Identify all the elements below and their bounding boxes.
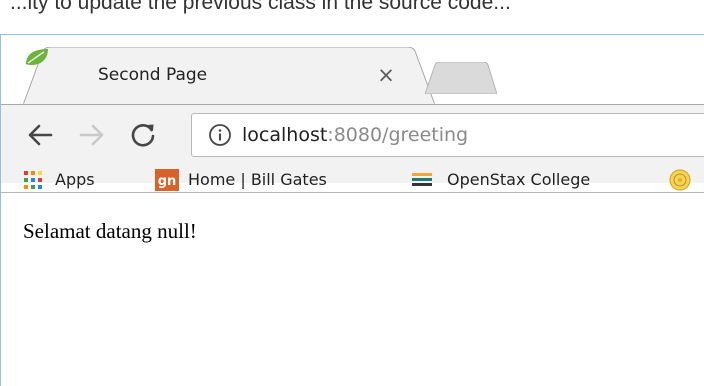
svg-text:gn: gn — [158, 174, 177, 189]
bookmark-label: Apps — [55, 170, 95, 189]
gn-logo-icon: gn — [155, 169, 179, 191]
info-icon[interactable] — [208, 123, 232, 147]
tab-strip: Second Page × — [1, 35, 704, 105]
address-bar[interactable]: localhost:8080/greeting — [191, 113, 704, 157]
tab-title: Second Page — [98, 65, 208, 85]
close-icon[interactable]: × — [375, 63, 397, 87]
arrow-right-icon[interactable] — [73, 117, 109, 153]
caption-text: ...ity to update the previous class in t… — [10, 0, 511, 14]
greeting-text: Selamat datang null! — [23, 219, 197, 243]
browser-window: Second Page × localhost:8080/greeting Ap… — [0, 34, 704, 386]
reload-icon[interactable] — [125, 117, 161, 153]
url-port-path: :8080/greeting — [327, 124, 469, 146]
caption-strip: ...ity to update the previous class in t… — [0, 0, 704, 34]
new-tab-button[interactable] — [425, 62, 497, 94]
university-seal-icon — [669, 169, 691, 191]
openstax-stack-icon — [412, 173, 432, 186]
page-content: Selamat datang null! — [1, 193, 704, 386]
toolbar: localhost:8080/greeting Apps gn Home | B… — [1, 105, 704, 191]
address-url[interactable]: localhost:8080/greeting — [242, 123, 468, 147]
url-host: localhost — [242, 124, 328, 146]
arrow-left-icon[interactable] — [23, 117, 59, 153]
tab-shape — [23, 47, 435, 105]
tab-second-page[interactable]: Second Page × — [23, 47, 435, 105]
apps-grid-icon — [24, 171, 42, 189]
bookmark-label: Home | Bill Gates — [188, 170, 327, 189]
bookmark-label: OpenStax College — [447, 170, 591, 189]
spring-leaf-icon — [26, 49, 48, 65]
